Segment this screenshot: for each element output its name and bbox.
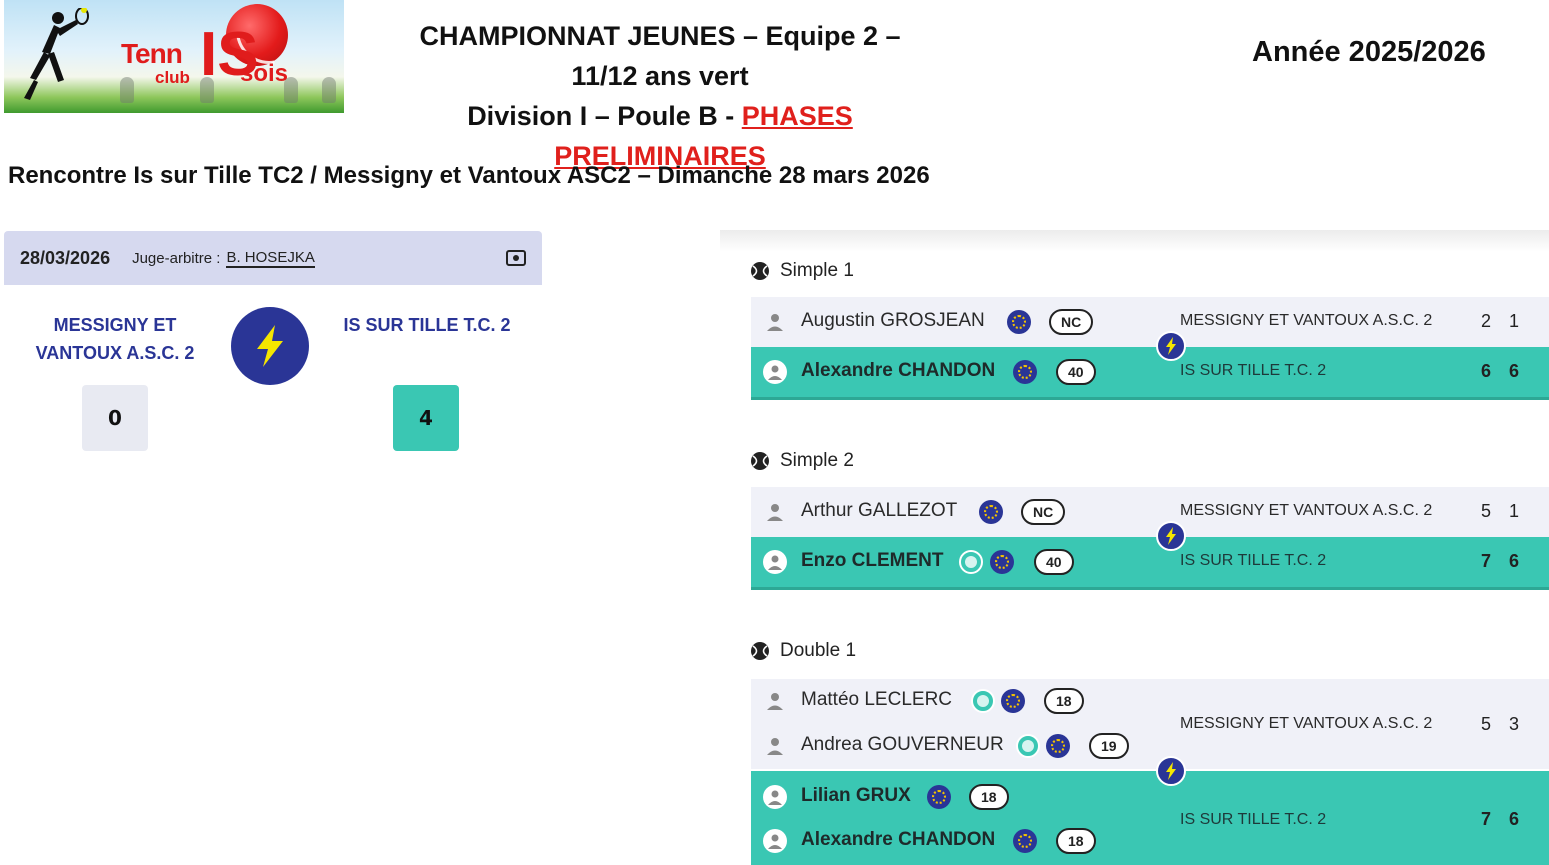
player-silhouette: [284, 77, 298, 103]
tennis-ball-badge-icon: [971, 689, 995, 713]
player-ranking: 40: [1056, 359, 1096, 385]
match-date: 28/03/2026: [20, 247, 111, 268]
logo-text-sois: sois: [240, 60, 289, 87]
player-name[interactable]: Enzo CLEMENT: [801, 550, 944, 572]
section-simple-2: Simple 2: [750, 450, 854, 472]
team-b-name[interactable]: IS SUR TILLE T.C. 2: [334, 311, 520, 339]
player-silhouette: [120, 77, 134, 103]
team-name[interactable]: MESSIGNY ET VANTOUX A.S.C. 2: [1180, 502, 1432, 520]
set-score: 7: [1480, 551, 1491, 571]
rencontre-title: Rencontre Is sur Tille TC2 / Messigny et…: [8, 162, 930, 189]
lightning-icon: [231, 307, 309, 385]
set-score: 6: [1508, 551, 1519, 571]
tennis-ball-icon: [751, 262, 769, 280]
logo-text-club: club: [155, 68, 190, 87]
user-icon: [763, 550, 787, 574]
tennis-ball-icon: [751, 452, 769, 470]
player-name[interactable]: Arthur GALLEZOT: [801, 500, 957, 522]
player-ranking: NC: [1049, 309, 1094, 335]
team-name[interactable]: MESSIGNY ET VANTOUX A.S.C. 2: [1180, 312, 1432, 330]
set-score: 1: [1508, 311, 1519, 331]
team-a-line-2: VANTOUX A.S.C. 2: [35, 343, 195, 363]
set-score: 7: [1480, 809, 1491, 829]
match-row-winner[interactable]: Lilian GRUX 18 Alexandre CHANDON 18 IS S…: [751, 771, 1549, 865]
lightning-icon: [1156, 331, 1186, 361]
judge-name-link[interactable]: B. HOSEJKA: [226, 249, 315, 268]
team-name[interactable]: IS SUR TILLE T.C. 2: [1180, 811, 1326, 829]
match-row-winner[interactable]: Enzo CLEMENT 40 IS SUR TILLE T.C. 2 7 6: [751, 537, 1549, 587]
player-ranking: 18: [1044, 688, 1084, 714]
player-name[interactable]: Alexandre CHANDON: [801, 829, 995, 851]
user-icon: [767, 504, 783, 521]
team-a-name[interactable]: MESSIGNY ET VANTOUX A.S.C. 2: [24, 311, 206, 367]
match-results-panel: Simple 1 Augustin GROSJEAN NC MESSIGNY E…: [720, 230, 1549, 865]
set-score: 1: [1508, 501, 1519, 521]
player-ranking: 18: [1056, 828, 1096, 854]
title-division: Division I – Poule B -: [467, 101, 742, 131]
team-name[interactable]: MESSIGNY ET VANTOUX A.S.C. 2: [1180, 715, 1432, 733]
user-icon: [763, 829, 787, 853]
title-line-1: CHAMPIONNAT JEUNES – Equipe 2 – 11/12 an…: [419, 21, 901, 91]
license-icon: [990, 550, 1014, 574]
section-title-text: Simple 1: [780, 260, 854, 281]
player-ranking: 19: [1089, 733, 1129, 759]
match-row-loser[interactable]: Mattéo LECLERC 18 Andrea GOUVERNEUR 19 M…: [751, 679, 1549, 769]
championship-title: CHAMPIONNAT JEUNES – Equipe 2 – 11/12 an…: [400, 16, 920, 176]
set-score: 5: [1480, 501, 1491, 521]
user-icon: [767, 314, 783, 331]
match-row-winner[interactable]: Alexandre CHANDON 40 IS SUR TILLE T.C. 2…: [751, 347, 1549, 397]
logo-text-tenn: Tenn: [121, 38, 183, 69]
user-icon: [763, 785, 787, 809]
section-simple-1: Simple 1: [750, 260, 854, 282]
tennis-ball-badge-icon: [1016, 734, 1040, 758]
set-score: 6: [1508, 361, 1519, 381]
license-icon: [1013, 829, 1037, 853]
team-name[interactable]: IS SUR TILLE T.C. 2: [1180, 362, 1326, 380]
tennis-ball-icon: [751, 642, 769, 660]
scoresheet-icon[interactable]: [506, 250, 526, 266]
section-title-text: Simple 2: [780, 450, 854, 471]
player-ranking: 18: [969, 784, 1009, 810]
player-name[interactable]: Alexandre CHANDON: [801, 360, 995, 382]
tennis-ball-badge-icon: [959, 550, 983, 574]
license-icon: [1013, 360, 1037, 384]
match-row-loser[interactable]: Augustin GROSJEAN NC MESSIGNY ET VANTOUX…: [751, 297, 1549, 347]
match-row-loser[interactable]: Arthur GALLEZOT NC MESSIGNY ET VANTOUX A…: [751, 487, 1549, 537]
team-a-score: 0: [82, 385, 148, 451]
player-ranking: NC: [1021, 499, 1066, 525]
player-name[interactable]: Lilian GRUX: [801, 785, 911, 807]
player-ranking: 40: [1034, 549, 1074, 575]
player-silhouette: [200, 77, 214, 103]
user-icon: [767, 738, 783, 755]
match-summary-card: 28/03/2026 Juge-arbitre : B. HOSEJKA MES…: [4, 231, 542, 475]
user-icon: [767, 693, 783, 710]
set-score: 6: [1480, 361, 1491, 381]
license-icon: [927, 785, 951, 809]
player-name[interactable]: Andrea GOUVERNEUR: [801, 734, 1004, 756]
set-score: 6: [1508, 809, 1519, 829]
player-name[interactable]: Mattéo LECLERC: [801, 689, 952, 711]
lightning-icon: [1156, 521, 1186, 551]
season-label: Année 2025/2026: [1252, 36, 1486, 68]
lightning-icon: [1156, 756, 1186, 786]
user-icon: [763, 360, 787, 384]
license-icon: [1046, 734, 1070, 758]
set-score: 5: [1480, 714, 1491, 734]
team-a-line-1: MESSIGNY ET: [53, 315, 177, 335]
team-name[interactable]: IS SUR TILLE T.C. 2: [1180, 552, 1326, 570]
player-silhouette: [322, 77, 336, 103]
license-icon: [1007, 310, 1031, 334]
player-name[interactable]: Augustin GROSJEAN: [801, 310, 985, 332]
license-icon: [1001, 689, 1025, 713]
match-card-header: 28/03/2026 Juge-arbitre : B. HOSEJKA: [4, 231, 542, 285]
license-icon: [979, 500, 1003, 524]
tennis-player-icon: [24, 8, 89, 100]
section-title-text: Double 1: [780, 640, 857, 661]
team-b-score: 4: [393, 385, 459, 451]
judge-label: Juge-arbitre :: [132, 249, 221, 267]
club-logo: Tenn IS club sois: [4, 0, 344, 113]
set-score: 2: [1480, 311, 1491, 331]
set-score: 3: [1508, 714, 1519, 734]
section-double-1: Double 1: [750, 640, 856, 662]
